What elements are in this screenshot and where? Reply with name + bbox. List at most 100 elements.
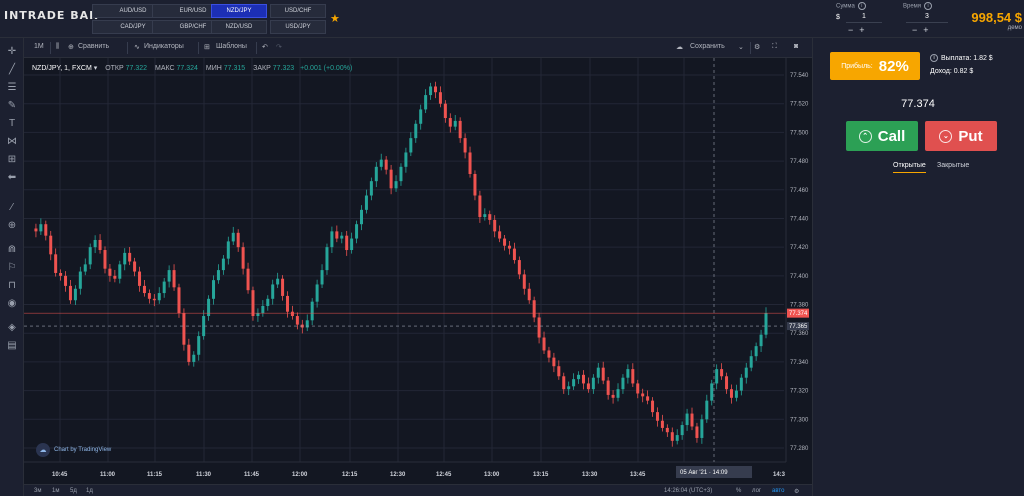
candle[interactable] [355, 224, 359, 239]
candle[interactable] [700, 419, 704, 438]
candle[interactable] [527, 288, 531, 301]
candle[interactable] [88, 247, 92, 265]
brush-icon[interactable]: ✎ [4, 98, 20, 112]
trash-icon[interactable]: ▤ [4, 338, 20, 352]
pair-usd-chf[interactable]: USD/CHF [270, 4, 326, 18]
candle[interactable] [216, 270, 220, 281]
pair-usd-jpy[interactable]: USD/JPY [270, 20, 326, 34]
candle[interactable] [670, 432, 674, 441]
candle[interactable] [567, 386, 571, 390]
candle[interactable] [34, 228, 38, 232]
candle[interactable] [729, 389, 733, 398]
candle[interactable] [78, 271, 82, 289]
save-dropdown-icon[interactable]: ⌄ [738, 43, 744, 51]
amount-plus-button[interactable]: + [859, 25, 864, 35]
tradingview-badge[interactable]: ☁ Chart by TradingView [36, 443, 111, 457]
candle[interactable] [340, 235, 344, 239]
candle[interactable] [443, 103, 447, 119]
candle[interactable] [335, 231, 339, 239]
candle[interactable] [251, 290, 255, 317]
candle[interactable] [473, 173, 477, 196]
candle[interactable] [433, 86, 437, 93]
candle[interactable] [98, 239, 102, 251]
lock-icon[interactable]: ⊓ [4, 278, 20, 292]
eye-icon[interactable]: ◉ [4, 296, 20, 310]
cloud-icon[interactable]: ☁ [676, 43, 683, 51]
pair-nzd-jpy[interactable]: NZD/JPY [211, 4, 267, 18]
indicators-button[interactable]: Индикаторы [144, 43, 184, 50]
candle[interactable] [749, 356, 753, 368]
candle[interactable] [695, 426, 699, 438]
candle[interactable] [483, 214, 487, 218]
put-button[interactable]: ⌄ Put [925, 121, 997, 151]
candle[interactable] [507, 245, 511, 249]
candle[interactable] [596, 367, 600, 378]
candle[interactable] [369, 181, 373, 196]
candle[interactable] [295, 316, 299, 325]
candle[interactable] [646, 396, 650, 401]
candle[interactable] [83, 264, 87, 272]
candle[interactable] [286, 295, 290, 312]
candle[interactable] [389, 169, 393, 189]
candle[interactable] [177, 287, 181, 314]
candle[interactable] [552, 357, 556, 367]
candle[interactable] [542, 337, 546, 351]
candle[interactable] [641, 393, 645, 397]
candle[interactable] [651, 400, 655, 413]
candle[interactable] [226, 241, 230, 259]
range-5d[interactable]: 5д [70, 488, 77, 494]
favorite-star-icon[interactable]: ★ [330, 12, 340, 25]
candle[interactable] [493, 219, 497, 232]
candle[interactable] [360, 209, 364, 225]
candle[interactable] [266, 298, 270, 306]
candle[interactable] [221, 258, 225, 271]
time-minus-button[interactable]: − [912, 25, 917, 35]
candle[interactable] [498, 231, 502, 239]
candle[interactable] [187, 344, 191, 362]
candle[interactable] [685, 413, 689, 426]
candle[interactable] [261, 305, 265, 314]
fib-icon[interactable]: ⊞ [4, 152, 20, 166]
candle[interactable] [162, 281, 166, 294]
candle[interactable] [44, 224, 48, 236]
candle[interactable] [113, 275, 117, 279]
candle[interactable] [705, 400, 709, 420]
candle[interactable] [118, 264, 122, 279]
pattern-icon[interactable]: ⋈ [4, 134, 20, 148]
auto-toggle[interactable]: авто [772, 488, 784, 494]
candle[interactable] [379, 159, 383, 167]
camera-icon[interactable]: ◙ [794, 43, 798, 50]
candle[interactable] [404, 152, 408, 167]
magnet-icon[interactable]: ⋒ [4, 242, 20, 256]
candle[interactable] [655, 412, 659, 421]
candle[interactable] [350, 238, 354, 251]
candle[interactable] [325, 247, 329, 271]
candle[interactable] [512, 248, 516, 261]
candle[interactable] [133, 261, 137, 272]
lock-drawing-icon[interactable]: ⚐ [4, 260, 20, 274]
candle[interactable] [142, 285, 146, 294]
candle[interactable] [364, 195, 368, 210]
candle[interactable] [478, 195, 482, 218]
candle[interactable] [212, 280, 216, 299]
save-button[interactable]: Сохранить [690, 43, 725, 50]
candle[interactable] [123, 252, 127, 265]
tab-closed-trades[interactable]: Закрытые [937, 162, 969, 169]
templates-button[interactable]: Шаблоны [216, 43, 247, 50]
candle-type-icon[interactable]: ⫼ [56, 43, 59, 51]
candle[interactable] [720, 369, 724, 377]
pair-nzd-usd[interactable]: NZD/USD [211, 20, 267, 34]
candle[interactable] [636, 383, 640, 394]
templates-icon[interactable]: ⊞ [204, 43, 210, 51]
candle[interactable] [458, 120, 462, 139]
candle[interactable] [463, 138, 467, 153]
settings-icon[interactable]: ⚙ [754, 43, 760, 51]
candle[interactable] [93, 239, 97, 248]
candle[interactable] [399, 166, 403, 182]
candle[interactable] [281, 278, 285, 296]
candle[interactable] [246, 268, 250, 291]
horizontal-lines-icon[interactable]: ☰ [4, 80, 20, 94]
candle[interactable] [73, 288, 77, 301]
layers-icon[interactable]: ◈ [4, 320, 20, 334]
candle[interactable] [715, 369, 719, 384]
